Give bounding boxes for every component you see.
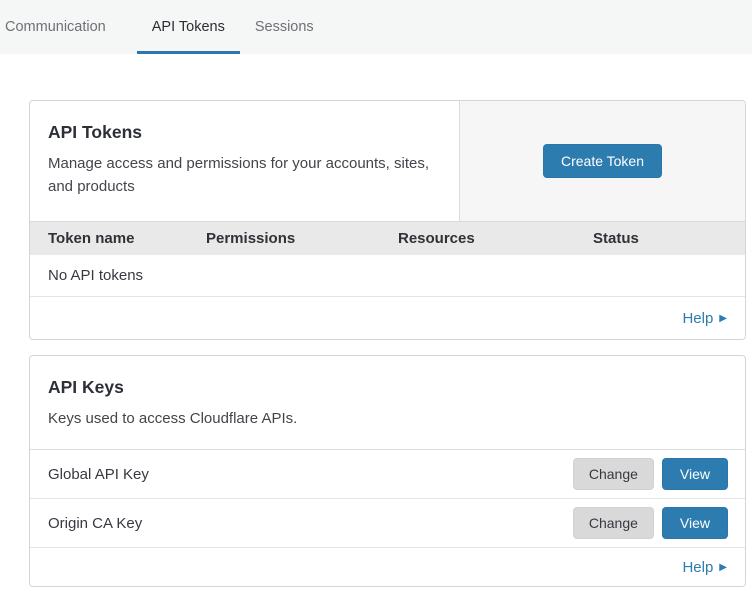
tab-sessions[interactable]: Sessions: [240, 0, 329, 54]
origin-ca-key-label: Origin CA Key: [48, 515, 573, 532]
create-token-button[interactable]: Create Token: [543, 144, 662, 178]
api-tokens-card-footer: Help ▶: [30, 297, 745, 339]
api-tokens-help-link[interactable]: Help ▶: [682, 310, 727, 327]
api-keys-help-link[interactable]: Help ▶: [682, 559, 727, 576]
api-tokens-description: Manage access and permissions for your a…: [48, 152, 439, 199]
api-tokens-title: API Tokens: [48, 122, 439, 143]
help-arrow-icon: ▶: [719, 312, 727, 324]
help-link-label: Help: [682, 310, 713, 327]
column-token-name: Token name: [48, 230, 206, 247]
origin-ca-key-change-button[interactable]: Change: [573, 507, 654, 539]
api-tokens-card-header-text: API Tokens Manage access and permissions…: [30, 101, 459, 221]
origin-ca-key-row: Origin CA Key Change View: [30, 499, 745, 548]
help-arrow-icon: ▶: [719, 561, 727, 573]
column-status: Status: [593, 230, 745, 247]
global-api-key-label: Global API Key: [48, 466, 573, 483]
token-table-empty-row: No API tokens: [30, 255, 745, 297]
tab-communication[interactable]: Communication: [5, 0, 121, 54]
tab-api-tokens[interactable]: API Tokens: [137, 0, 240, 54]
api-tokens-card-header: API Tokens Manage access and permissions…: [30, 101, 745, 221]
api-tokens-card: API Tokens Manage access and permissions…: [29, 100, 746, 340]
api-keys-card: API Keys Keys used to access Cloudflare …: [29, 355, 746, 587]
api-keys-card-header: API Keys Keys used to access Cloudflare …: [30, 356, 745, 450]
api-keys-description: Keys used to access Cloudflare APIs.: [48, 407, 727, 430]
tab-bar: Communication API Tokens Sessions: [0, 0, 752, 54]
global-api-key-view-button[interactable]: View: [662, 458, 728, 490]
token-table-header: Token name Permissions Resources Status: [30, 221, 745, 255]
global-api-key-row: Global API Key Change View: [30, 450, 745, 499]
api-tokens-card-action-panel: Create Token: [459, 101, 745, 221]
origin-ca-key-view-button[interactable]: View: [662, 507, 728, 539]
api-keys-title: API Keys: [48, 377, 727, 398]
api-keys-card-footer: Help ▶: [30, 548, 745, 586]
column-resources: Resources: [398, 230, 593, 247]
empty-tokens-message: No API tokens: [48, 267, 143, 284]
help-link-label: Help: [682, 559, 713, 576]
global-api-key-change-button[interactable]: Change: [573, 458, 654, 490]
column-permissions: Permissions: [206, 230, 398, 247]
